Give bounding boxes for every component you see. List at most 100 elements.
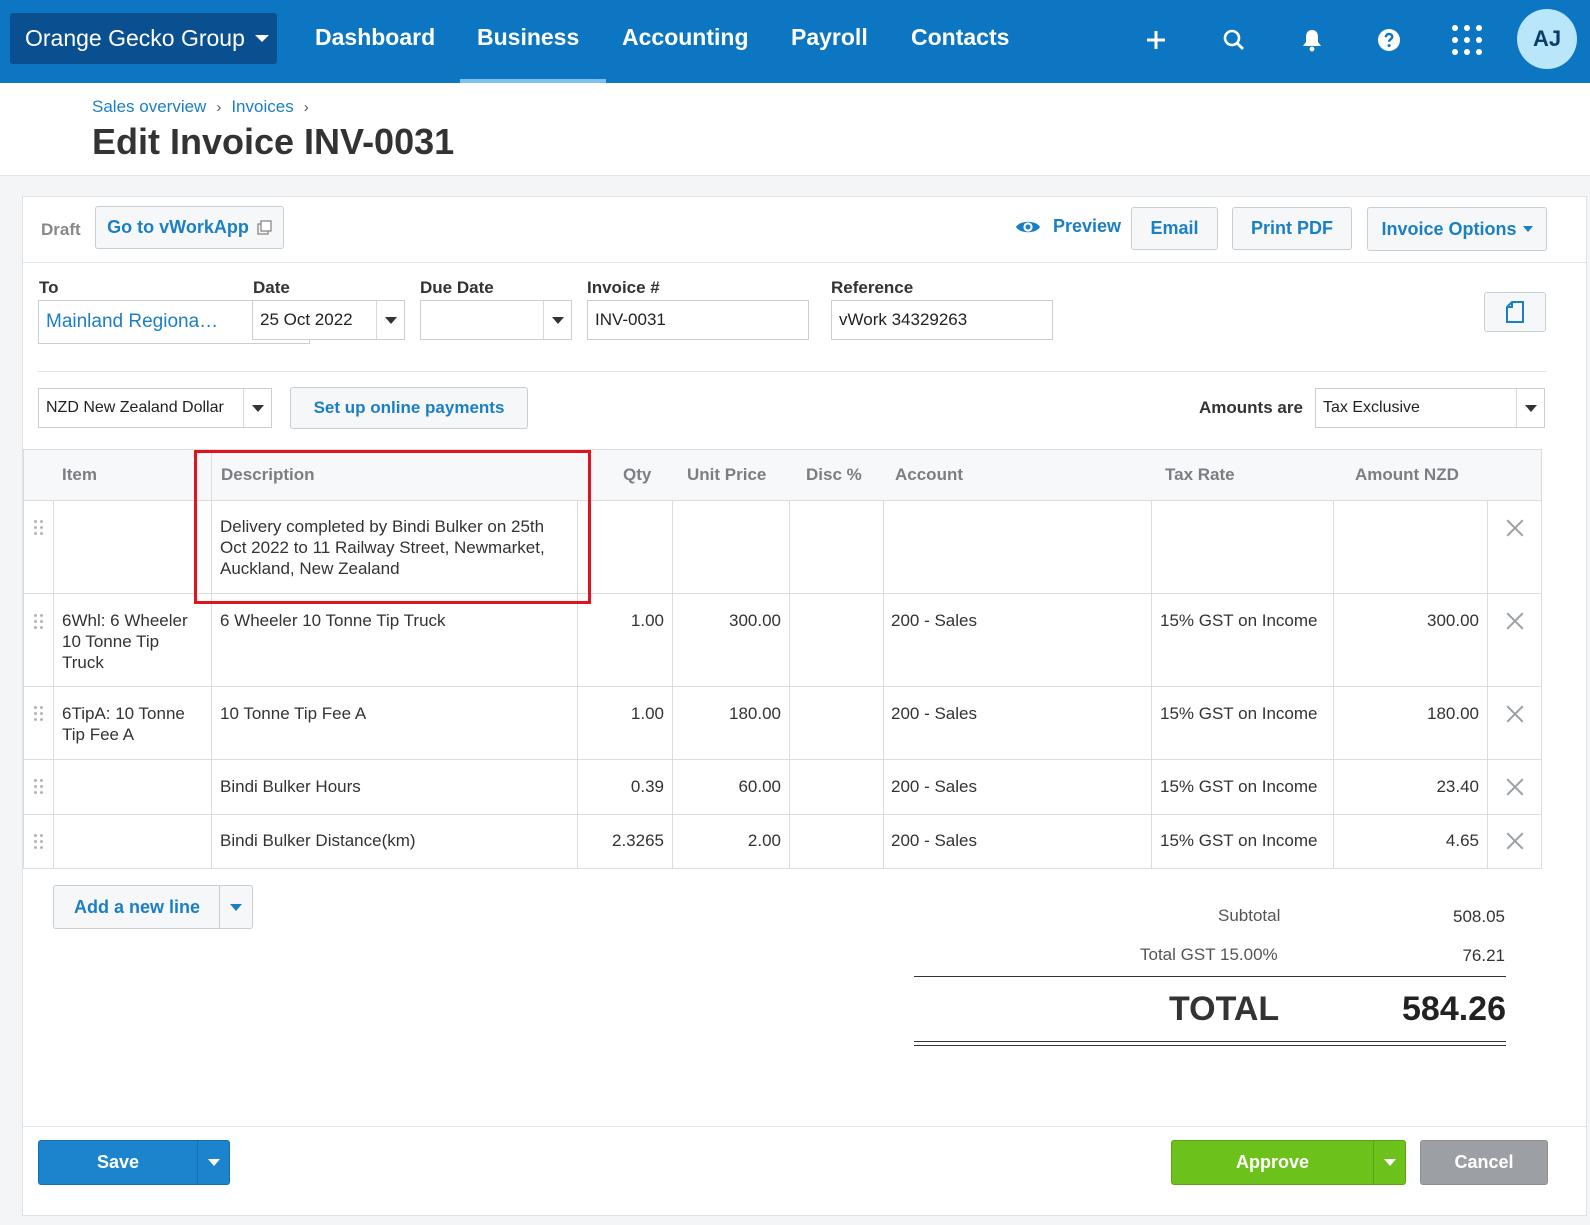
- grid-line: [1487, 500, 1488, 869]
- email-button[interactable]: Email: [1131, 207, 1218, 250]
- delete-row-icon[interactable]: [1506, 778, 1524, 796]
- column-header-amount: Amount NZD: [1355, 465, 1459, 484]
- cell-unit-price[interactable]: 60.00: [675, 776, 781, 797]
- org-switcher[interactable]: Orange Gecko Group: [10, 13, 277, 64]
- cell-description[interactable]: Bindi Bulker Hours: [220, 776, 570, 797]
- grid-line: [23, 868, 1542, 869]
- preview-link[interactable]: Preview: [1015, 216, 1121, 237]
- due-date-field[interactable]: [420, 300, 572, 340]
- nav-business[interactable]: Business: [477, 24, 579, 51]
- grid-line: [53, 500, 54, 869]
- search-icon[interactable]: [1216, 22, 1252, 58]
- save-button[interactable]: Save: [38, 1140, 230, 1185]
- set-up-online-payments-button[interactable]: Set up online payments: [290, 387, 528, 429]
- currency-select[interactable]: NZD New Zealand Dollar: [38, 388, 272, 428]
- grid-line: [789, 500, 790, 869]
- cell-description[interactable]: 6 Wheeler 10 Tonne Tip Truck: [220, 610, 570, 631]
- go-to-vworkapp-button[interactable]: Go to vWorkApp: [95, 206, 284, 249]
- delete-row-icon[interactable]: [1506, 832, 1524, 850]
- column-header-qty: Qty: [623, 465, 652, 484]
- cell-account[interactable]: 200 - Sales: [891, 703, 1141, 724]
- breadcrumb-sales-overview[interactable]: Sales overview: [92, 97, 206, 117]
- attach-files-button[interactable]: [1484, 292, 1546, 332]
- grid-line: [672, 500, 673, 869]
- delete-row-icon[interactable]: [1506, 612, 1524, 630]
- cell-qty[interactable]: 0.39: [580, 776, 664, 797]
- avatar[interactable]: AJ: [1517, 9, 1577, 69]
- cell-amount[interactable]: 180.00: [1336, 703, 1479, 724]
- nav-payroll[interactable]: Payroll: [791, 24, 868, 51]
- cell-amount[interactable]: 23.40: [1336, 776, 1479, 797]
- to-contact-value: Mainland Regiona…: [46, 311, 219, 332]
- cell-qty[interactable]: 1.00: [580, 703, 664, 724]
- chevron-down-icon[interactable]: [1373, 1141, 1405, 1184]
- cell-qty[interactable]: 1.00: [580, 610, 664, 631]
- grid-line: [23, 814, 1542, 815]
- chevron-down-icon[interactable]: [376, 301, 404, 339]
- invoice-number-field[interactable]: INV-0031: [587, 300, 809, 340]
- column-header-unit-price: Unit Price: [687, 465, 767, 484]
- cell-unit-price[interactable]: 300.00: [675, 610, 781, 631]
- gst-label: Total GST 15.00%: [1140, 945, 1278, 964]
- column-header-disc: Disc %: [806, 465, 862, 484]
- amounts-are-select[interactable]: Tax Exclusive: [1315, 388, 1545, 428]
- nav-dashboard[interactable]: Dashboard: [315, 24, 435, 51]
- nav-contacts[interactable]: Contacts: [911, 24, 1009, 51]
- cell-account[interactable]: 200 - Sales: [891, 830, 1141, 851]
- cell-tax-rate[interactable]: 15% GST on Income: [1160, 610, 1330, 631]
- external-link-icon: [257, 220, 272, 235]
- invoice-options-button[interactable]: Invoice Options: [1367, 207, 1547, 251]
- cell-tax-rate[interactable]: 15% GST on Income: [1160, 830, 1330, 851]
- cell-qty[interactable]: 2.3265: [580, 830, 664, 851]
- invoice-number-value: INV-0031: [595, 310, 666, 329]
- cell-unit-price[interactable]: 2.00: [675, 830, 781, 851]
- chevron-down-icon[interactable]: [543, 301, 571, 339]
- print-pdf-button[interactable]: Print PDF: [1232, 207, 1352, 250]
- cell-amount[interactable]: 4.65: [1336, 830, 1479, 851]
- cell-item[interactable]: 6TipA: 10 Tonne Tip Fee A: [62, 703, 204, 745]
- invoice-options-label: Invoice Options: [1381, 218, 1517, 239]
- chevron-down-icon[interactable]: [197, 1141, 229, 1184]
- currency-value: NZD New Zealand Dollar: [46, 399, 224, 416]
- drag-handle-icon[interactable]: [34, 706, 44, 722]
- cell-tax-rate[interactable]: 15% GST on Income: [1160, 776, 1330, 797]
- cell-item[interactable]: 6Whl: 6 Wheeler 10 Tonne Tip Truck: [62, 610, 204, 673]
- drag-handle-icon[interactable]: [34, 614, 44, 630]
- grid-line: [23, 686, 1542, 687]
- bell-icon[interactable]: [1294, 22, 1330, 58]
- cell-description[interactable]: Bindi Bulker Distance(km): [220, 830, 570, 851]
- delete-row-icon[interactable]: [1506, 519, 1524, 537]
- cancel-button[interactable]: Cancel: [1420, 1140, 1548, 1185]
- help-icon[interactable]: [1371, 22, 1407, 58]
- apps-grid-icon[interactable]: [1449, 22, 1485, 58]
- add-new-line-button[interactable]: Add a new line: [53, 885, 253, 929]
- approve-button[interactable]: Approve: [1171, 1140, 1406, 1185]
- cell-account[interactable]: 200 - Sales: [891, 610, 1141, 631]
- reference-field[interactable]: vWork 34329263: [831, 300, 1053, 340]
- divider: [23, 1126, 1586, 1127]
- divider: [23, 262, 1586, 263]
- total-value: 584.26: [1402, 990, 1506, 1028]
- grid-line: [23, 759, 1542, 760]
- delete-row-icon[interactable]: [1506, 705, 1524, 723]
- total-double-underline: [914, 1041, 1506, 1046]
- date-field[interactable]: 25 Oct 2022: [252, 300, 405, 340]
- chevron-down-icon[interactable]: [1516, 389, 1544, 427]
- chevron-down-icon[interactable]: [219, 886, 252, 928]
- reference-value: vWork 34329263: [839, 310, 968, 329]
- cell-description[interactable]: 10 Tonne Tip Fee A: [220, 703, 570, 724]
- add-new-line-label: Add a new line: [73, 896, 201, 917]
- drag-handle-icon[interactable]: [34, 834, 44, 850]
- add-icon[interactable]: [1138, 22, 1174, 58]
- chevron-down-icon[interactable]: [243, 389, 271, 427]
- cell-amount[interactable]: 300.00: [1336, 610, 1479, 631]
- subtotal-label: Subtotal: [1218, 906, 1281, 925]
- drag-handle-icon[interactable]: [34, 520, 44, 536]
- due-date-label: Due Date: [420, 278, 494, 297]
- cell-account[interactable]: 200 - Sales: [891, 776, 1141, 797]
- breadcrumb-invoices[interactable]: Invoices: [231, 97, 293, 117]
- cell-unit-price[interactable]: 180.00: [675, 703, 781, 724]
- drag-handle-icon[interactable]: [34, 779, 44, 795]
- cell-tax-rate[interactable]: 15% GST on Income: [1160, 703, 1330, 724]
- nav-accounting[interactable]: Accounting: [622, 24, 749, 51]
